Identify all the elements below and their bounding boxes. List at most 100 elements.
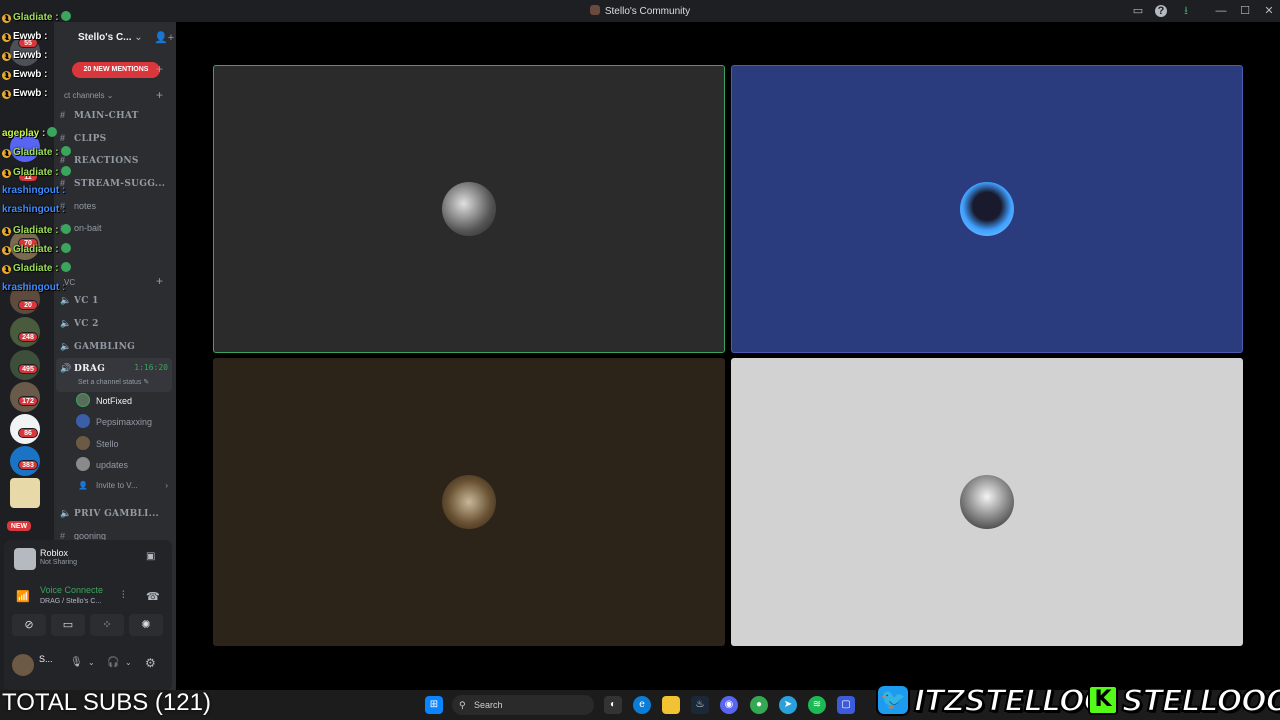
telegram-icon[interactable]: ➤ [779,696,797,714]
start-icon[interactable]: ⊞ [425,696,443,714]
camera-off-button[interactable]: ⊘ [12,614,46,636]
taskbar-search[interactable]: ⚲ Search [452,695,594,715]
voice-channel-priv-gambling[interactable]: 🔈 PRIV GAMBLI... [60,504,172,522]
voice-tile[interactable] [731,65,1243,353]
add-user-icon[interactable]: 👤+ [154,31,174,44]
badge-icon: 1 [2,71,11,80]
help-icon[interactable]: ? [1155,5,1167,17]
voice-location[interactable]: DRAG / Stello's C... [40,598,101,605]
voice-timer: 1:16:20 [134,363,168,372]
noise-suppression-icon[interactable]: ⫶ [122,590,125,601]
voice-member[interactable]: Stello [60,435,172,453]
headphones-icon[interactable]: 🎧 [107,657,119,668]
voice-member[interactable]: updates [60,456,172,474]
microphone-icon[interactable]: 🎙 [70,657,83,668]
disconnect-icon[interactable]: ☎ [146,590,160,603]
activities-icon: ⁘ [102,619,112,631]
chat-message: krashingout : [2,282,66,293]
edge-icon[interactable]: e [633,696,651,714]
voice-channel-gambling[interactable]: 🔈 GAMBLING [60,337,172,355]
window-title: Stello's Community [0,5,1280,17]
avatar [76,457,90,471]
chat-message: 1 Gladiate : [2,166,71,178]
mention-badge: 248 [18,332,38,342]
activity-state: Not Sharing [40,559,77,566]
emote-icon [60,166,71,176]
chat-message: 1 Gladiate : [2,224,71,236]
channel-status-hint[interactable]: Set a channel status ✎ [78,378,149,386]
download-icon[interactable]: ⭳ [1179,4,1193,18]
soundboard-button[interactable]: ✺ [129,614,163,636]
badge-icon: 1 [2,246,11,255]
minimize-icon[interactable]: — [1214,4,1228,18]
invite-to-voice[interactable]: 👤 Invite to V... › [60,477,172,495]
add-icon[interactable]: + [156,62,163,76]
new-badge: NEW [6,520,32,532]
participant-avatar [960,475,1014,529]
emote-icon [60,243,71,253]
chat-message: 1 Gladiate : [2,243,71,255]
voice-member[interactable]: Pepsimaxxing [60,413,172,431]
username[interactable]: S... [39,654,53,664]
create-voice-channel-icon[interactable]: + [156,274,163,288]
twitter-icon: 🐦 [876,684,910,716]
chat-message: 1 Gladiate : [2,11,71,23]
screen-share-icon: ▭ [62,619,74,631]
voice-tile[interactable] [213,358,725,646]
mention-badge: 172 [18,396,38,406]
total-subs-overlay: TOTAL SUBS (121) [2,689,211,716]
voice-member[interactable]: NotFixed [60,392,172,410]
signal-icon: 📶 [16,591,30,603]
app-icon[interactable]: ◐ [604,696,622,714]
create-channel-icon[interactable]: + [156,88,163,102]
active-voice-channel[interactable]: 🔊 DRAG 1:16:20 Set a channel status ✎ [56,358,172,392]
voice-tile-speaking[interactable] [213,65,725,353]
settings-icon[interactable]: ⚙ [145,656,156,670]
mention-badge: 86 [18,428,38,438]
file-explorer-icon[interactable] [662,696,680,714]
mention-badge: 20 [18,300,38,310]
server-icon-10[interactable] [10,478,40,508]
badge-icon: 1 [2,149,11,158]
app-icon[interactable]: ▢ [837,696,855,714]
user-avatar[interactable] [12,654,34,676]
activity-app: Roblox [40,548,69,558]
steam-icon[interactable]: ♨ [691,696,709,714]
activities-button[interactable]: ⁘ [90,614,124,636]
speaker-active-icon: 🔊 [60,363,72,373]
avatar [76,393,90,407]
badge-icon: 1 [2,227,11,236]
badge-icon: 1 [2,169,11,178]
stream-chat-overlay: 1 Gladiate : 1 Ewwb : 1 Ewwb : 1 Ewwb : 1 Eww… [0,0,100,300]
speaker-icon: 🔈 [60,341,72,351]
chrome-icon[interactable]: ● [750,696,768,714]
chat-message: 1 Gladiate : [2,262,71,274]
chevron-down-icon[interactable]: ⌄ [125,658,132,667]
badge-icon: 1 [2,14,11,23]
voice-connected-label: Voice Connecte [40,585,104,595]
avatar [76,414,90,428]
participant-avatar [442,475,496,529]
social-handles-overlay: 🐦 ITZSTELLOO K STELLOOO [872,682,1280,720]
spotify-icon[interactable]: ≋ [808,696,826,714]
chevron-down-icon[interactable]: ⌄ [88,658,95,667]
voice-channel-vc2[interactable]: 🔈 VC 2 [60,314,172,332]
discord-icon[interactable]: ◉ [720,696,738,714]
share-screen-button[interactable]: ▭ [51,614,85,636]
chat-message: 1 Ewwb : [2,69,47,80]
voice-tile[interactable] [731,358,1243,646]
participant-avatar [442,182,496,236]
close-icon[interactable]: ✕ [1262,4,1276,18]
title-bar: Stello's Community ▭ ? ⭳ — ☐ ✕ [0,0,1280,22]
mention-badge: 495 [18,364,38,374]
user-panel: Roblox Not Sharing ▣ 📶 Voice Connecte DR… [4,540,172,690]
chat-message: ageplay : [2,127,58,139]
maximize-icon[interactable]: ☐ [1238,4,1252,18]
camera-off-icon: ⊘ [24,619,34,631]
chat-message: 1 Gladiate : [2,146,71,158]
inbox-icon[interactable]: ▭ [1131,4,1145,18]
emote-icon [60,262,71,272]
twitter-handle: ITZSTELLOO [913,683,1110,720]
badge-icon: 1 [2,265,11,274]
share-screen-icon[interactable]: ▣ [146,551,155,562]
